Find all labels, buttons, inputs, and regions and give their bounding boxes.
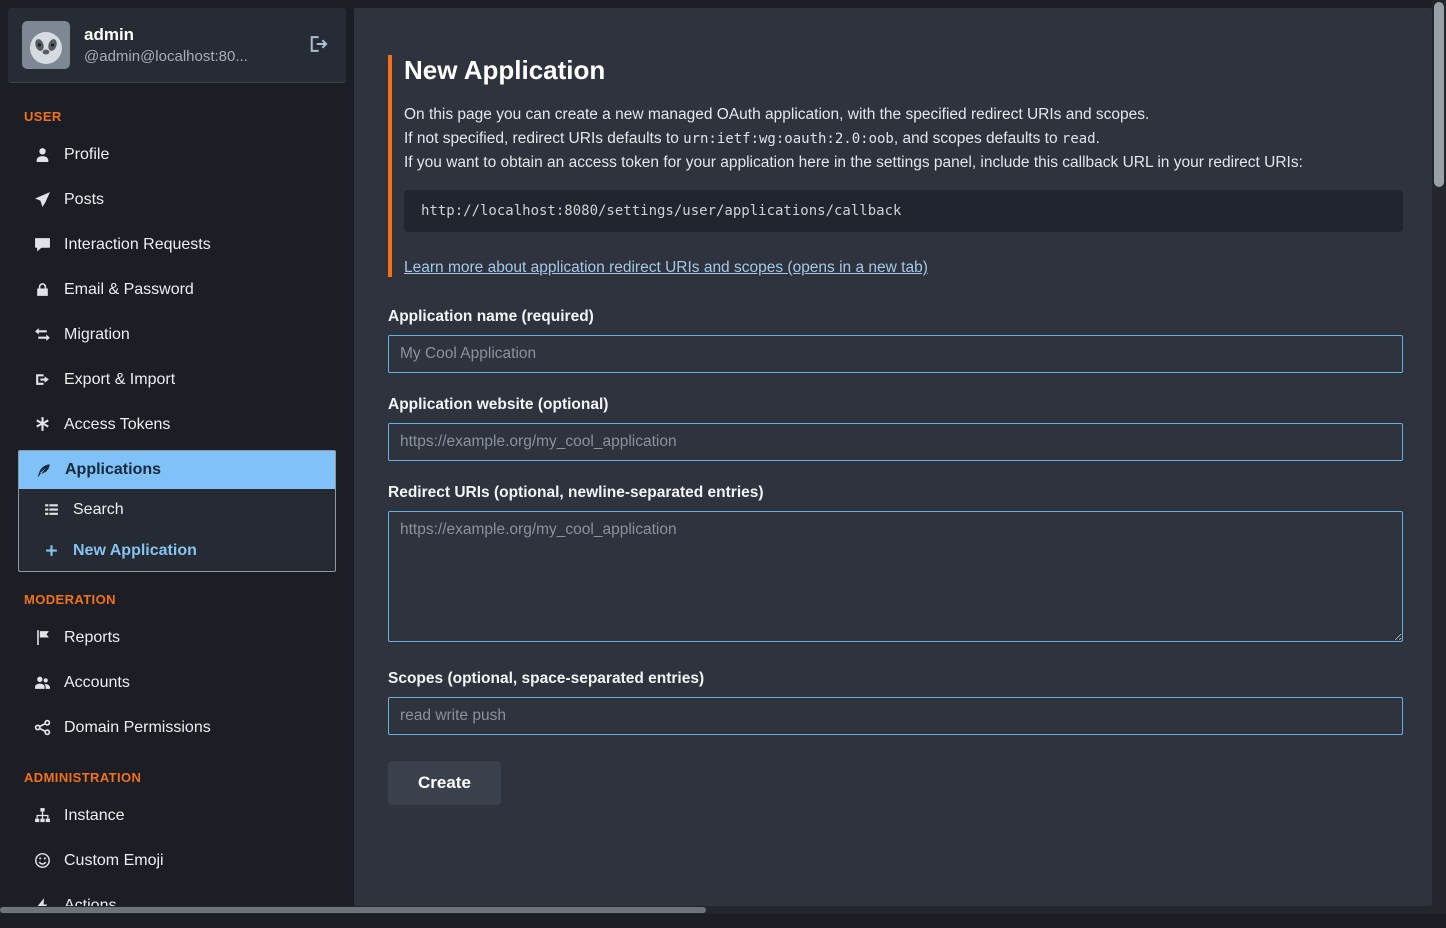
application-name-label: Application name (required)	[388, 308, 1403, 326]
list-icon	[43, 501, 60, 518]
sidebar-item-label: Interaction Requests	[64, 236, 211, 254]
application-website-field: Application website (optional)	[388, 396, 1403, 461]
horizontal-scrollbar-thumb[interactable]	[0, 907, 706, 913]
sidebar-item-applications[interactable]: Applications	[19, 451, 335, 489]
sidebar-item-applications-search[interactable]: Search	[19, 489, 335, 530]
application-website-label: Application website (optional)	[388, 396, 1403, 414]
main-panel: New Application On this page you can cre…	[354, 8, 1432, 906]
redirect-uris-textarea[interactable]	[388, 511, 1403, 642]
sidebar-item-label: Access Tokens	[64, 416, 170, 434]
sidebar-item-interaction-requests[interactable]: Interaction Requests	[18, 222, 336, 267]
sidebar-item-instance[interactable]: Instance	[18, 793, 336, 838]
sidebar-item-label: Custom Emoji	[64, 852, 164, 870]
sidebar-item-reports[interactable]: Reports	[18, 615, 336, 660]
horizontal-scrollbar[interactable]	[0, 906, 1446, 914]
sidebar-item-export-import[interactable]: Export & Import	[18, 357, 336, 402]
redirect-uris-field: Redirect URIs (optional, newline-separat…	[388, 484, 1403, 647]
sidebar-item-label: Posts	[64, 191, 104, 209]
docs-link[interactable]: Learn more about application redirect UR…	[404, 259, 928, 276]
plus-icon	[43, 542, 60, 559]
asterisk-icon	[34, 416, 51, 433]
logout-icon	[308, 34, 328, 54]
sidebar-item-label: Migration	[64, 326, 130, 344]
intro-line-2: If not specified, redirect URIs defaults…	[404, 127, 1403, 151]
user-handle: @admin@localhost:80...	[84, 48, 248, 65]
applications-group: Applications Search New Application	[18, 450, 336, 572]
feather-icon	[35, 462, 52, 479]
sidebar-item-label: Instance	[64, 807, 124, 825]
flag-icon	[34, 629, 51, 646]
user-card[interactable]: admin @admin@localhost:80...	[8, 8, 346, 83]
sidebar-item-label: Profile	[64, 146, 109, 164]
section-label-administration: ADMINISTRATION	[24, 770, 336, 785]
section-label-moderation: MODERATION	[24, 592, 336, 607]
sidebar-item-label: Email & Password	[64, 281, 194, 299]
sidebar-item-label: Reports	[64, 629, 120, 647]
vertical-scrollbar-thumb[interactable]	[1434, 2, 1444, 187]
intro-text: On this page you can create a new manage…	[404, 103, 1403, 175]
intro-block: New Application On this page you can cre…	[388, 55, 1403, 277]
scopes-label: Scopes (optional, space-separated entrie…	[388, 670, 1403, 688]
sidebar-item-posts[interactable]: Posts	[18, 177, 336, 222]
redirect-uris-label: Redirect URIs (optional, newline-separat…	[388, 484, 1403, 502]
paper-plane-icon	[34, 191, 51, 208]
user-name: admin	[84, 25, 248, 45]
page-title: New Application	[404, 55, 1403, 86]
sidebar-item-label: Export & Import	[64, 371, 175, 389]
sidebar-item-label: New Application	[73, 542, 197, 560]
smile-icon	[34, 852, 51, 869]
avatar	[22, 21, 70, 69]
logout-button[interactable]	[304, 30, 332, 61]
sidebar-item-migration[interactable]: Migration	[18, 312, 336, 357]
sidebar-item-email-password[interactable]: Email & Password	[18, 267, 336, 312]
sidebar-item-accounts[interactable]: Accounts	[18, 660, 336, 705]
intro-line-3: If you want to obtain an access token fo…	[404, 151, 1403, 175]
inline-code-read: read	[1062, 131, 1096, 147]
application-website-input[interactable]	[388, 423, 1403, 461]
user-meta: admin @admin@localhost:80...	[84, 25, 248, 65]
exchange-icon	[34, 326, 51, 343]
vertical-scrollbar[interactable]	[1432, 0, 1446, 906]
scopes-field: Scopes (optional, space-separated entrie…	[388, 670, 1403, 735]
intro-line-1: On this page you can create a new manage…	[404, 103, 1403, 127]
new-application-form: Application name (required) Application …	[388, 308, 1403, 805]
side-nav: USER Profile Posts Interaction Requests …	[8, 83, 346, 928]
lock-icon	[34, 281, 51, 298]
share-nodes-icon	[34, 719, 51, 736]
sidebar-item-profile[interactable]: Profile	[18, 132, 336, 177]
sidebar: admin @admin@localhost:80... USER Profil…	[0, 0, 354, 914]
scopes-input[interactable]	[388, 697, 1403, 735]
application-name-input[interactable]	[388, 335, 1403, 373]
sidebar-item-new-application[interactable]: New Application	[19, 530, 335, 571]
sidebar-item-custom-emoji[interactable]: Custom Emoji	[18, 838, 336, 883]
sidebar-item-access-tokens[interactable]: Access Tokens	[18, 402, 336, 447]
callback-url-code-block: http://localhost:8080/settings/user/appl…	[404, 190, 1403, 232]
sitemap-icon	[34, 807, 51, 824]
users-icon	[34, 674, 51, 691]
sidebar-item-label: Applications	[65, 461, 161, 479]
inline-code-oob: urn:ietf:wg:oauth:2.0:oob	[683, 131, 894, 147]
sidebar-item-label: Accounts	[64, 674, 130, 692]
user-icon	[34, 146, 51, 163]
export-icon	[34, 371, 51, 388]
sidebar-item-label: Domain Permissions	[64, 719, 211, 737]
sidebar-item-label: Search	[73, 501, 124, 519]
comment-icon	[34, 236, 51, 253]
section-label-user: USER	[24, 109, 336, 124]
application-name-field: Application name (required)	[388, 308, 1403, 373]
create-button[interactable]: Create	[388, 761, 501, 805]
sidebar-item-domain-permissions[interactable]: Domain Permissions	[18, 705, 336, 750]
